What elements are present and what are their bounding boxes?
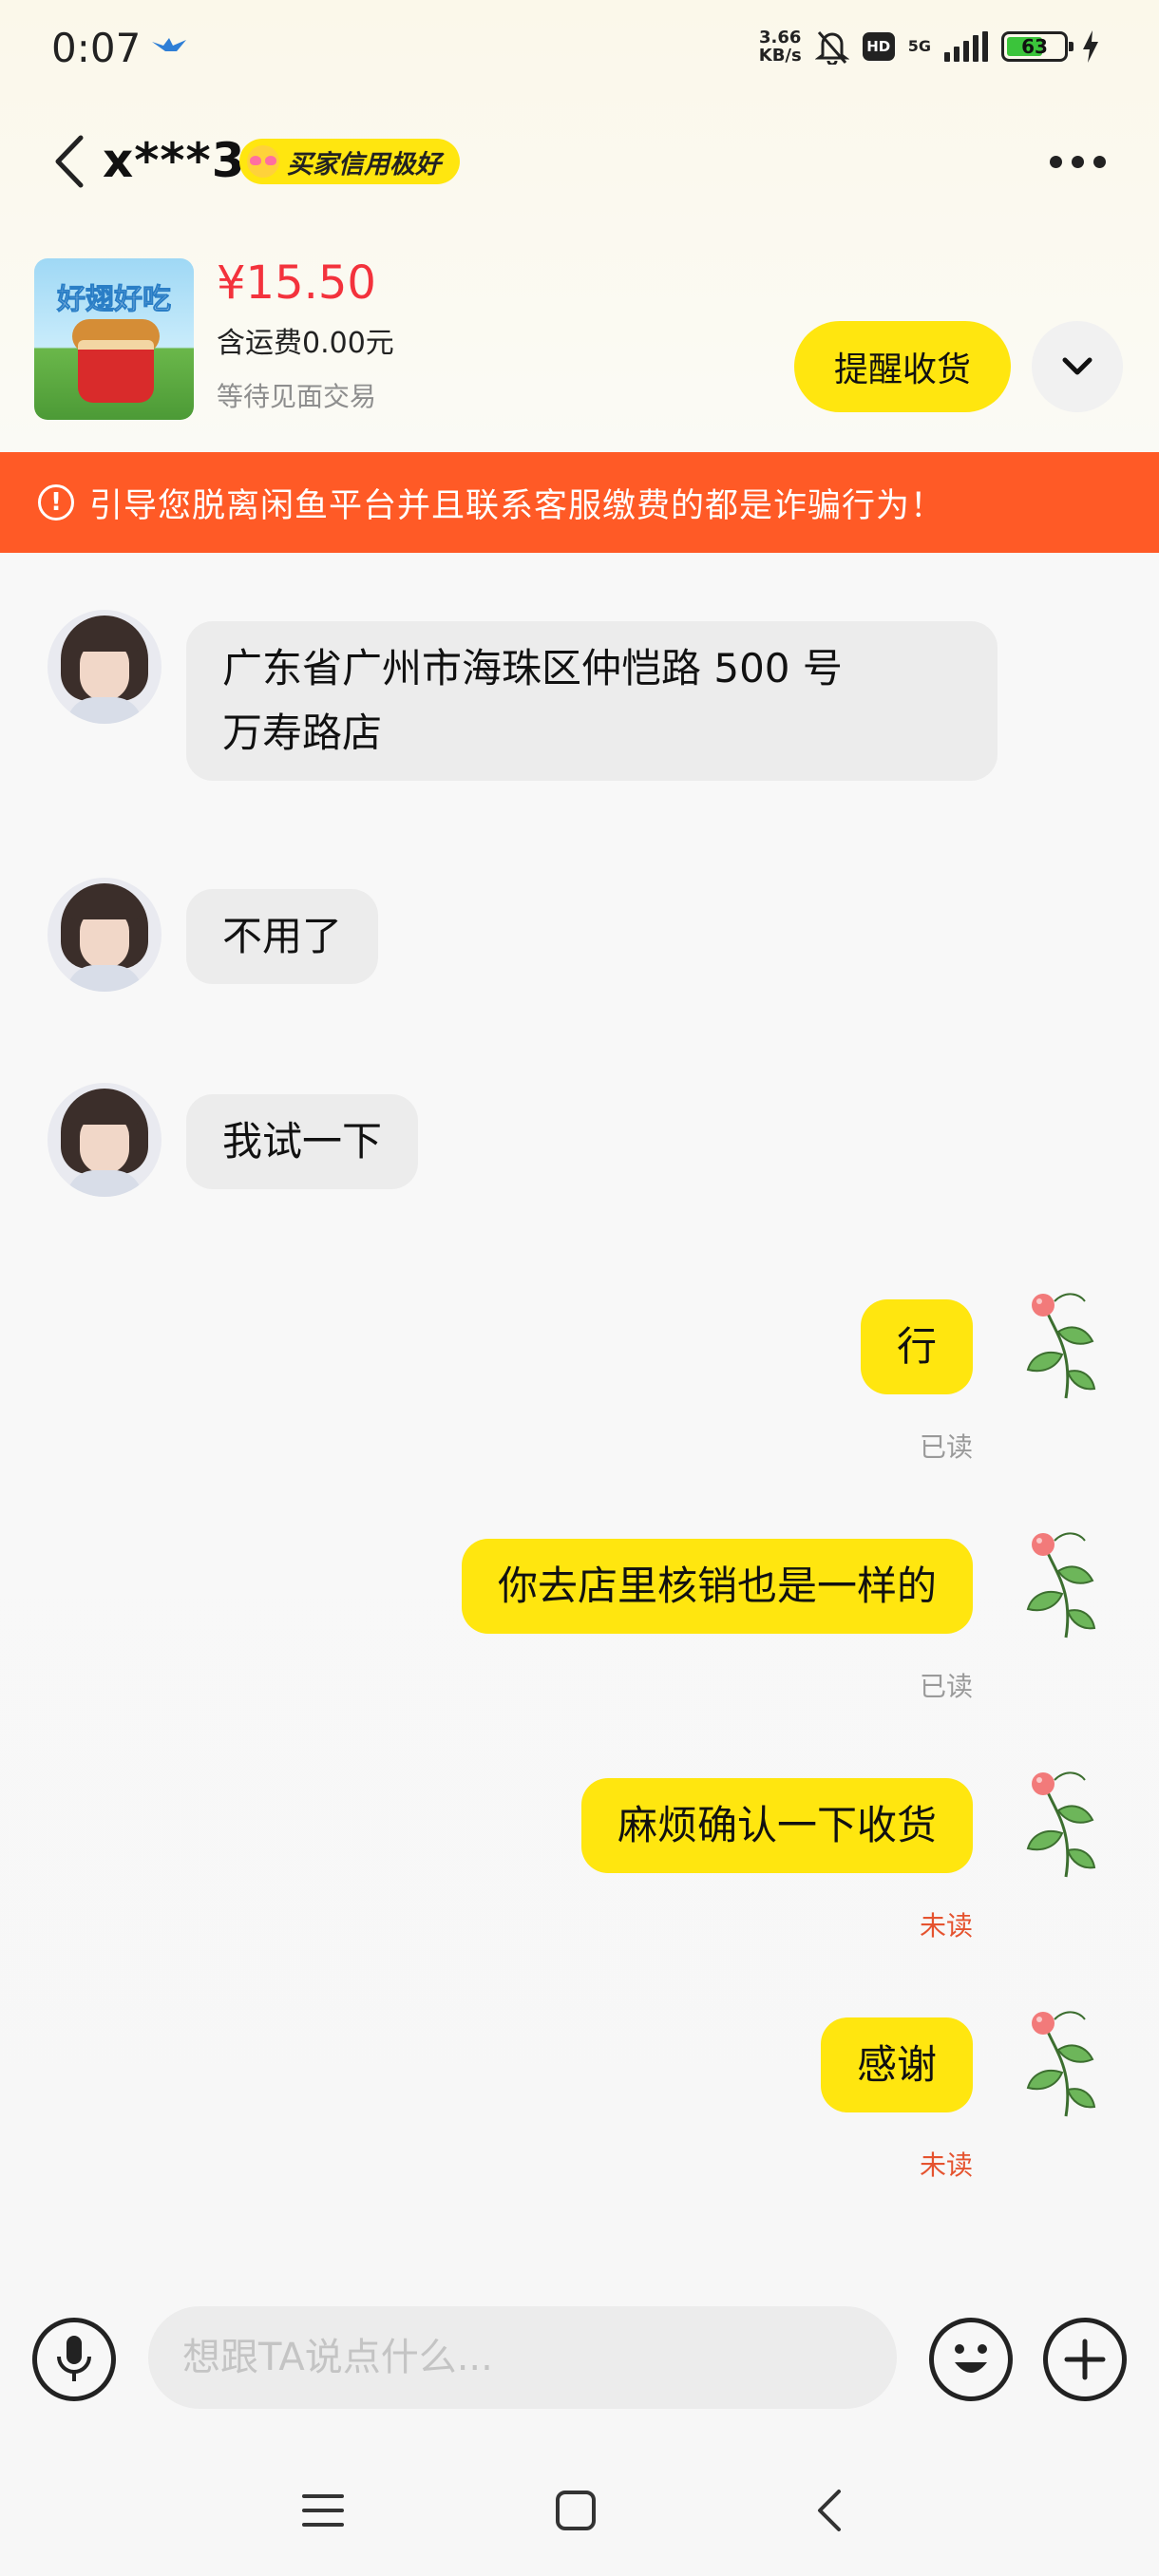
unread-status: 未读 xyxy=(919,2150,973,2181)
my-avatar[interactable] xyxy=(1016,1284,1102,1404)
home-square-icon xyxy=(556,2491,596,2530)
chevron-left-icon xyxy=(55,135,84,188)
message-bubble[interactable]: 你去店里核销也是一样的 xyxy=(461,1539,973,1634)
more-dots-icon[interactable] xyxy=(1039,133,1115,190)
menu-button[interactable] xyxy=(285,2479,361,2542)
fraud-warning-banner: ! 引导您脱离闲鱼平台并且联系客服缴费的都是诈骗行为！ xyxy=(0,452,1159,553)
chevron-down-icon xyxy=(1062,357,1092,375)
message-input[interactable] xyxy=(148,2306,897,2409)
message-bubble[interactable]: 感谢 xyxy=(820,2017,973,2112)
message-bubble[interactable]: 广东省广州市海珠区仲恺路 500 号 万寿路店 xyxy=(186,621,998,781)
hd-badge: HD xyxy=(862,32,895,61)
chevron-left-icon xyxy=(818,2490,841,2531)
message-bubble[interactable]: 我试一下 xyxy=(186,1094,419,1189)
warning-icon: ! xyxy=(38,484,74,521)
message-text: 不用了 xyxy=(222,913,343,959)
message-text: 麻烦确认一下收货 xyxy=(617,1802,937,1848)
my-avatar[interactable] xyxy=(1016,1524,1102,1643)
unread-status: 未读 xyxy=(919,1910,973,1941)
app-notification-icon xyxy=(152,38,186,51)
expand-button[interactable] xyxy=(1032,321,1123,412)
contact-avatar[interactable] xyxy=(48,1083,162,1197)
shipping-fee: 含运费0.00元 xyxy=(217,327,394,360)
home-button[interactable] xyxy=(538,2479,614,2542)
credit-badge-label: 买家信用极好 xyxy=(287,149,441,180)
chat-header: x***3 买家信用极好 xyxy=(0,114,1159,209)
charging-icon xyxy=(1083,30,1098,63)
message-text: 我试一下 xyxy=(222,1118,383,1165)
bell-muted-icon xyxy=(814,31,849,65)
battery-icon: 63 xyxy=(1001,31,1074,62)
thumbnail-title: 好翅好吃 xyxy=(57,283,172,317)
system-nav-bar xyxy=(0,2460,1159,2555)
product-thumbnail[interactable]: 好翅好吃 xyxy=(34,258,194,420)
battery-level: 63 xyxy=(1021,35,1048,58)
message-text: 广东省广州市海珠区仲恺路 500 号 xyxy=(222,645,843,691)
product-card[interactable]: 好翅好吃 ¥15.50 含运费0.00元 等待见面交易 提醒收货 xyxy=(0,249,1159,429)
contact-name[interactable]: x***3 xyxy=(103,133,245,188)
my-avatar[interactable] xyxy=(1016,1763,1102,1883)
message-text: 万寿路店 xyxy=(222,710,383,756)
credit-badge[interactable]: 买家信用极好 xyxy=(239,139,460,184)
network-type: 5G xyxy=(907,37,931,55)
signal-icon xyxy=(944,31,988,62)
emoji-button[interactable] xyxy=(929,2318,1013,2401)
status-time: 0:07 xyxy=(51,25,142,71)
input-bar xyxy=(0,2289,1159,2422)
read-status: 已读 xyxy=(919,1431,973,1463)
message-bubble[interactable]: 行 xyxy=(860,1299,973,1394)
status-indicators: 3.66 KB/s HD 5G 63 xyxy=(759,28,1100,65)
contact-avatar[interactable] xyxy=(48,610,162,724)
microphone-icon xyxy=(57,2336,91,2381)
plus-icon xyxy=(1064,2339,1106,2380)
trade-status: 等待见面交易 xyxy=(217,381,377,412)
contact-avatar[interactable] xyxy=(48,878,162,992)
back-button[interactable] xyxy=(42,131,95,192)
warning-text: 引导您脱离闲鱼平台并且联系客服缴费的都是诈骗行为！ xyxy=(89,486,945,525)
status-bar: 0:07 3.66 KB/s HD 5G 63 xyxy=(0,0,1159,99)
message-bubble[interactable]: 麻烦确认一下收货 xyxy=(580,1778,973,1873)
voice-button[interactable] xyxy=(32,2318,116,2401)
smiley-icon xyxy=(955,2344,987,2373)
my-avatar[interactable] xyxy=(1016,2002,1102,2122)
message-text: 你去店里核销也是一样的 xyxy=(497,1563,937,1609)
message-text: 行 xyxy=(896,1323,937,1370)
menu-icon xyxy=(302,2494,344,2527)
product-price: ¥15.50 xyxy=(217,256,376,310)
thumbnail-bucket xyxy=(78,340,154,403)
plus-button[interactable] xyxy=(1043,2318,1127,2401)
heart-eyes-icon xyxy=(247,145,279,178)
message-bubble[interactable]: 不用了 xyxy=(186,889,379,984)
message-text: 感谢 xyxy=(856,2041,937,2088)
nav-back-button[interactable] xyxy=(790,2479,866,2542)
remind-receipt-button[interactable]: 提醒收货 xyxy=(794,321,1011,412)
read-status: 已读 xyxy=(919,1671,973,1702)
net-speed: 3.66 KB/s xyxy=(758,28,802,66)
